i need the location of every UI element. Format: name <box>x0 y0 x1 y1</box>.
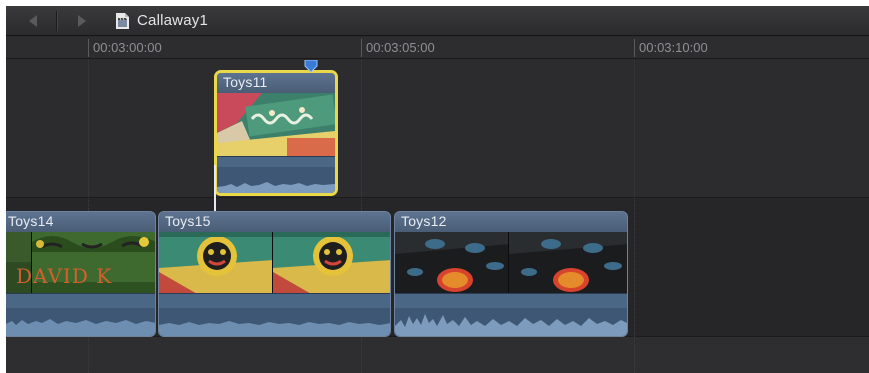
ruler-tick <box>88 39 89 57</box>
connected-lane <box>6 60 869 197</box>
clip-audio-waveform <box>217 156 335 193</box>
clip-audio-waveform <box>6 293 155 336</box>
clip-thumbnail <box>159 232 273 295</box>
project-clapper-icon <box>116 13 129 29</box>
primary-clip[interactable]: Toys12 <box>394 211 628 337</box>
clip-marker-icon[interactable] <box>304 60 318 72</box>
forward-button[interactable] <box>69 12 95 30</box>
clip-audio-waveform <box>395 293 627 336</box>
clip-name: Toys15 <box>165 213 211 229</box>
connected-clip[interactable]: Toys11 <box>214 70 338 196</box>
clip-thumbnail <box>395 232 509 295</box>
gridline <box>634 60 635 373</box>
clip-name: Toys12 <box>401 213 447 229</box>
clip-filmstrip <box>159 232 390 295</box>
clip-name: Toys11 <box>223 74 268 90</box>
primary-clip[interactable]: Toys14 DAVID K <box>6 211 156 337</box>
thumbnail-text: DAVID K <box>16 264 113 288</box>
clip-thumbnail <box>217 93 335 156</box>
project-title: Callaway1 <box>137 12 208 29</box>
timeline-window: Callaway1 00:03:00:00 00:03:05:00 00:03:… <box>6 6 869 373</box>
ruler-tick <box>361 39 362 57</box>
ruler-timecode: 00:03:05:00 <box>366 40 435 55</box>
chevron-left-icon <box>29 15 37 27</box>
timeline-header: Callaway1 <box>6 6 869 36</box>
timecode-ruler[interactable]: 00:03:00:00 00:03:05:00 00:03:10:00 <box>6 37 869 59</box>
ruler-timecode: 00:03:00:00 <box>93 40 162 55</box>
clip-thumbnail <box>509 232 627 295</box>
clip-filmstrip <box>395 232 627 295</box>
clip-thumbnail <box>273 232 390 295</box>
back-button[interactable] <box>20 12 46 30</box>
ruler-tick <box>634 39 635 57</box>
clip-audio-waveform <box>159 293 390 336</box>
clip-filmstrip <box>217 93 335 156</box>
ruler-timecode: 00:03:10:00 <box>639 40 708 55</box>
clip-name: Toys14 <box>8 213 54 229</box>
chevron-right-icon <box>78 15 86 27</box>
primary-clip[interactable]: Toys15 <box>158 211 391 337</box>
empty-lane <box>6 337 869 373</box>
timeline-area[interactable]: Toys11 Toys14 DAVID K Toys15 Toys12 <box>6 60 869 373</box>
nav-divider <box>56 11 57 31</box>
